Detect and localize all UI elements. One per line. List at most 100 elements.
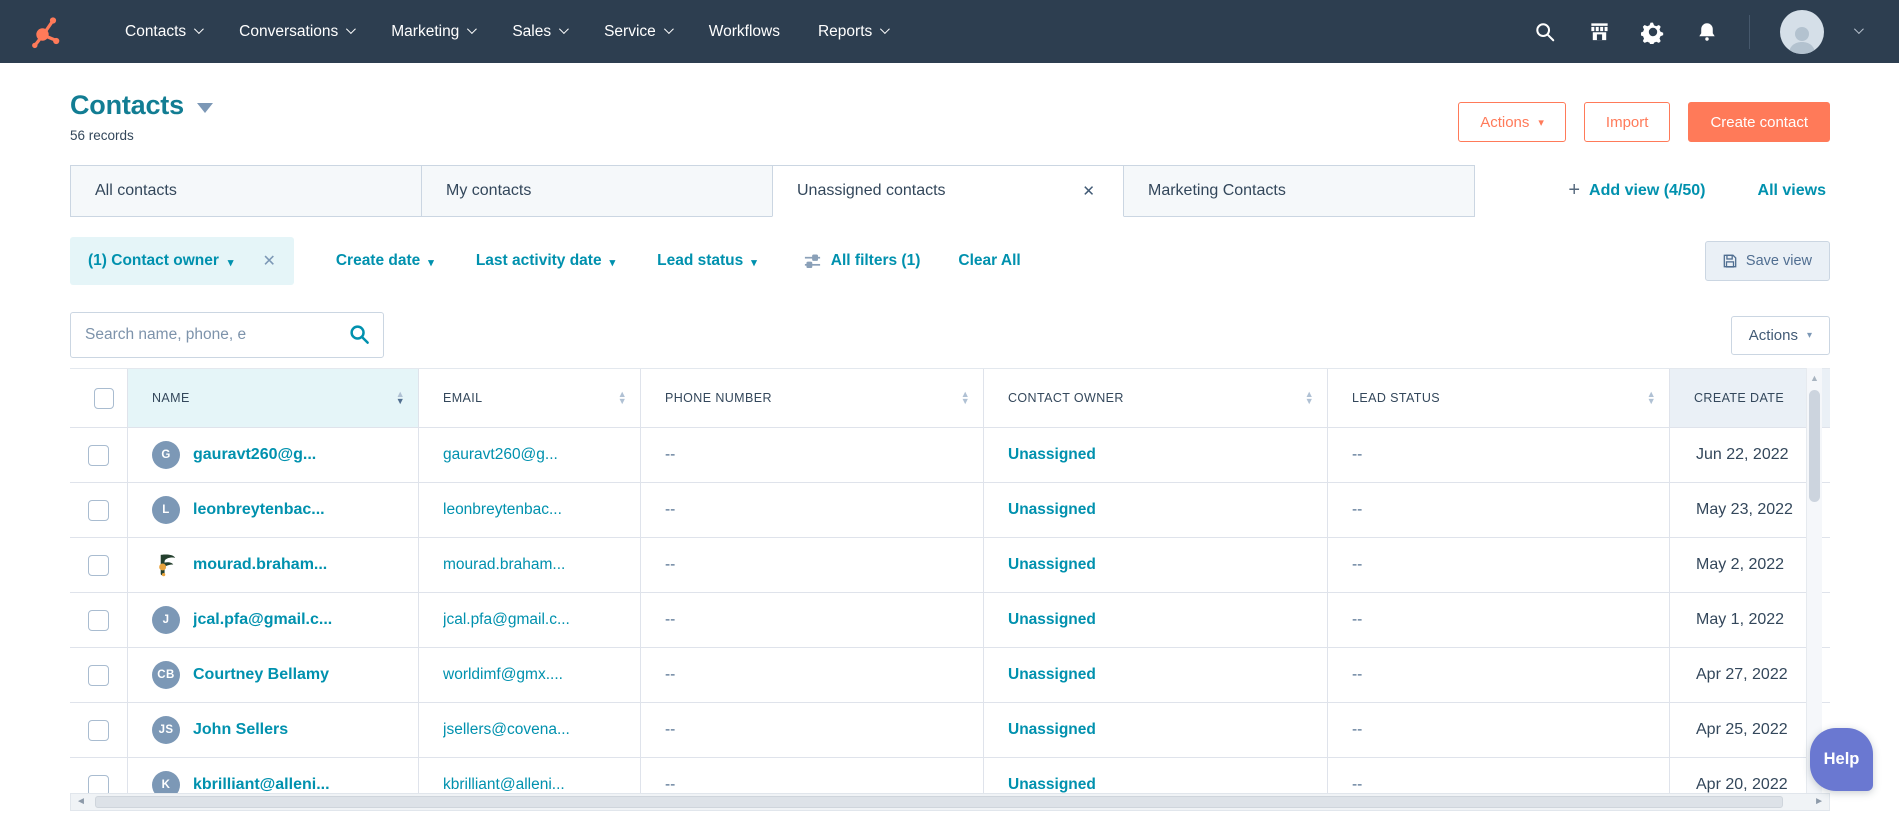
import-button[interactable]: Import xyxy=(1583,102,1671,142)
sort-icon[interactable]: ▲▼ xyxy=(1295,390,1314,405)
sort-icon[interactable]: ▲▼ xyxy=(951,390,970,405)
save-view-button[interactable]: Save view xyxy=(1704,241,1830,281)
sort-icon[interactable]: ▲▼ xyxy=(608,390,627,405)
user-avatar[interactable] xyxy=(1780,9,1824,54)
actions-button[interactable]: Actions ▾ xyxy=(1458,102,1566,142)
view-title-dropdown[interactable]: Contacts xyxy=(70,90,213,121)
caret-down-icon: ▾ xyxy=(428,256,434,269)
phone-cell: -- xyxy=(640,593,983,647)
email-link[interactable]: worldimf@gmx.... xyxy=(443,666,563,684)
lead-status-cell: -- xyxy=(1327,593,1669,647)
horizontal-scroll-thumb[interactable] xyxy=(95,796,1783,808)
row-checkbox[interactable] xyxy=(88,444,109,466)
search-input[interactable] xyxy=(70,312,384,358)
remove-filter-icon[interactable]: ✕ xyxy=(262,251,275,271)
view-tab[interactable]: Unassigned contacts ✕ xyxy=(772,165,1124,217)
table-actions-button[interactable]: Actions ▾ xyxy=(1730,316,1830,355)
email-link[interactable]: gauravt260@g... xyxy=(443,446,558,464)
all-views-link[interactable]: All views xyxy=(1758,182,1826,200)
scroll-right-icon[interactable]: ► xyxy=(1814,796,1824,807)
column-header[interactable]: CONTACT OWNER ▲ ▼ xyxy=(983,369,1327,427)
owner-link[interactable]: Unassigned xyxy=(1008,666,1096,684)
column-header[interactable]: PHONE NUMBER ▲ ▼ xyxy=(640,369,983,427)
contact-name-link[interactable]: mourad.braham... xyxy=(193,556,327,574)
vertical-scroll-thumb[interactable] xyxy=(1809,390,1820,502)
create-date-filter[interactable]: Create date ▾ xyxy=(336,252,434,270)
name-cell: L leonbreytenbac... xyxy=(127,483,418,537)
contact-avatar: G xyxy=(152,441,180,469)
name-cell: CB Courtney Bellamy xyxy=(127,648,418,702)
email-cell: mourad.braham... xyxy=(418,538,640,592)
row-checkbox[interactable] xyxy=(88,719,109,741)
nav-item[interactable]: Sales xyxy=(493,0,585,63)
nav-item[interactable]: Workflows xyxy=(690,0,799,63)
contact-name-link[interactable]: kbrilliant@alleni... xyxy=(193,776,330,793)
sort-icon[interactable]: ▲▼ xyxy=(386,390,405,405)
marketplace-icon[interactable] xyxy=(1587,20,1611,44)
nav-item[interactable]: Service xyxy=(585,0,690,63)
add-view-link[interactable]: + Add view (4/50) xyxy=(1568,179,1705,202)
record-count: 56 records xyxy=(70,128,134,143)
hubspot-logo-icon[interactable] xyxy=(26,10,66,54)
lead-status-filter[interactable]: Lead status ▾ xyxy=(657,252,757,270)
settings-gear-icon[interactable] xyxy=(1641,20,1665,44)
nav-item[interactable]: Conversations xyxy=(220,0,372,63)
sort-icon[interactable]: ▲▼ xyxy=(1637,390,1656,405)
owner-link[interactable]: Unassigned xyxy=(1008,501,1096,519)
email-link[interactable]: mourad.braham... xyxy=(443,556,565,574)
tabs-right-links: + Add view (4/50) All views xyxy=(1568,165,1830,217)
nav-item[interactable]: Contacts xyxy=(106,0,220,63)
horizontal-scrollbar[interactable]: ◄ ► xyxy=(70,793,1830,811)
column-header[interactable]: LEAD STATUS ▲ ▼ xyxy=(1327,369,1669,427)
email-link[interactable]: leonbreytenbac... xyxy=(443,501,562,519)
view-tab[interactable]: Marketing Contacts ✕ xyxy=(1123,165,1475,217)
nav-item[interactable]: Marketing xyxy=(372,0,493,63)
caret-down-icon: ▾ xyxy=(1538,117,1544,129)
contact-name-link[interactable]: jcal.pfa@gmail.c... xyxy=(193,611,332,629)
search-icon[interactable] xyxy=(348,323,371,351)
contact-name-link[interactable]: Courtney Bellamy xyxy=(193,666,329,684)
column-header[interactable]: EMAIL ▲ ▼ xyxy=(418,369,640,427)
email-link[interactable]: jcal.pfa@gmail.c... xyxy=(443,611,570,629)
email-link[interactable]: kbrilliant@alleni... xyxy=(443,776,565,793)
owner-link[interactable]: Unassigned xyxy=(1008,446,1096,464)
lead-status-cell: -- xyxy=(1327,428,1669,482)
all-filters-link[interactable]: All filters (1) xyxy=(803,252,920,271)
head-actions: Actions ▾ Import Create contact xyxy=(1458,102,1830,142)
clear-all-link[interactable]: Clear All xyxy=(958,252,1020,270)
notifications-bell-icon[interactable] xyxy=(1695,20,1719,44)
help-button[interactable]: Help xyxy=(1810,728,1873,791)
select-all-checkbox[interactable] xyxy=(94,387,114,409)
view-tabs: All contacts ✕ My contacts ✕ Unassigned … xyxy=(70,165,1475,217)
view-tab[interactable]: All contacts ✕ xyxy=(70,165,422,217)
column-header[interactable]: NAME ▲ ▼ xyxy=(127,369,418,427)
email-link[interactable]: jsellers@covena... xyxy=(443,721,570,739)
contact-name-link[interactable]: leonbreytenbac... xyxy=(193,501,325,519)
row-checkbox[interactable] xyxy=(88,499,109,521)
title-caret-down-icon[interactable] xyxy=(196,102,213,113)
row-checkbox[interactable] xyxy=(88,554,109,576)
contact-owner-filter-pill[interactable]: (1) Contact owner ▾ ✕ xyxy=(70,237,294,285)
owner-link[interactable]: Unassigned xyxy=(1008,556,1096,574)
account-chevron-down-icon[interactable] xyxy=(1853,23,1864,34)
nav-item[interactable]: Reports xyxy=(799,0,906,63)
view-tab[interactable]: My contacts ✕ xyxy=(421,165,773,217)
row-checkbox[interactable] xyxy=(88,664,109,686)
owner-link[interactable]: Unassigned xyxy=(1008,721,1096,739)
email-cell: kbrilliant@alleni... xyxy=(418,758,640,793)
scroll-up-icon[interactable]: ▲ xyxy=(1807,373,1822,383)
close-icon[interactable]: ✕ xyxy=(1078,180,1099,202)
vertical-scrollbar[interactable]: ▲ xyxy=(1806,368,1822,793)
nav-caret-icon xyxy=(880,23,891,34)
row-checkbox[interactable] xyxy=(88,774,109,793)
create-contact-button[interactable]: Create contact xyxy=(1688,102,1830,142)
search-icon[interactable] xyxy=(1533,20,1557,44)
row-checkbox[interactable] xyxy=(88,609,109,631)
owner-link[interactable]: Unassigned xyxy=(1008,611,1096,629)
owner-link[interactable]: Unassigned xyxy=(1008,776,1096,793)
contact-name-link[interactable]: John Sellers xyxy=(193,721,288,739)
last-activity-filter[interactable]: Last activity date ▾ xyxy=(476,252,615,270)
contact-name-link[interactable]: gauravt260@g... xyxy=(193,446,316,464)
scroll-left-icon[interactable]: ◄ xyxy=(76,796,86,807)
nav-caret-icon xyxy=(194,23,205,34)
